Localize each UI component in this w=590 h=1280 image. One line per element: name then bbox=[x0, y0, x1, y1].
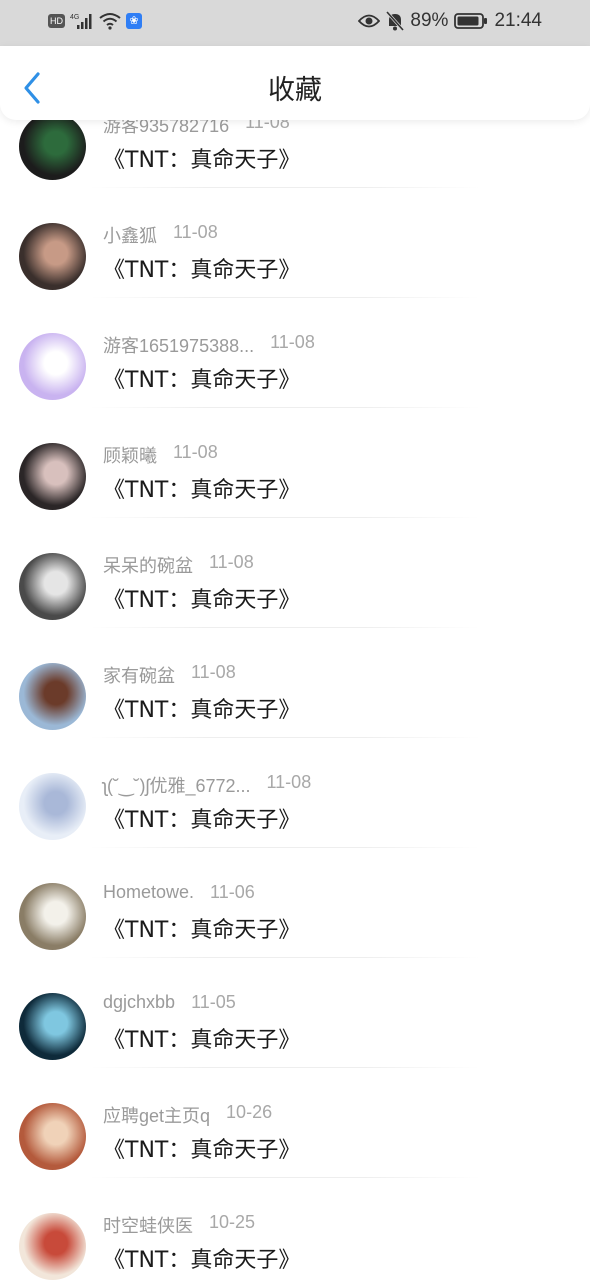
avatar[interactable] bbox=[19, 120, 86, 180]
clock: 21:44 bbox=[494, 10, 542, 31]
item-meta: Hometowe. 11-06 bbox=[103, 882, 255, 903]
status-bar-left: HD 4G ❀ bbox=[48, 12, 142, 30]
item-date: 11-08 bbox=[173, 222, 218, 242]
eye-icon bbox=[358, 14, 381, 28]
item-date: 10-25 bbox=[209, 1212, 256, 1232]
item-meta: dgjchxbb 11-05 bbox=[103, 992, 236, 1013]
item-meta: ʅ(˘‿˘)ʃ优雅_6772... 11-08 bbox=[103, 772, 311, 798]
favorites-list-inner: 游客935782716 11-08 《TNT：真命天子》 小鑫狐 11-08 《TNT：真… bbox=[0, 120, 590, 1280]
book-title[interactable]: 《TNT：真命天子》 bbox=[103, 142, 300, 174]
page-header: 收藏 bbox=[0, 46, 590, 120]
user-name[interactable]: 小鑫狐 bbox=[103, 222, 157, 248]
book-title[interactable]: 《TNT：真命天子》 bbox=[103, 362, 300, 394]
list-item[interactable]: 游客1651975388... 11-08 《TNT：真命天子》 bbox=[0, 298, 590, 408]
user-name[interactable]: 家有碗盆 bbox=[103, 662, 175, 688]
user-name[interactable]: 呆呆的碗盆 bbox=[103, 552, 193, 578]
list-item[interactable]: 家有碗盆 11-08 《TNT：真命天子》 bbox=[0, 628, 590, 738]
wifi-icon bbox=[99, 13, 121, 30]
book-title[interactable]: 《TNT：真命天子》 bbox=[103, 912, 300, 944]
book-title[interactable]: 《TNT：真命天子》 bbox=[103, 252, 300, 284]
item-date: 11-08 bbox=[173, 442, 218, 462]
list-item[interactable]: dgjchxbb 11-05 《TNT：真命天子》 bbox=[0, 958, 590, 1068]
item-date: 11-08 bbox=[266, 772, 312, 792]
item-meta: 小鑫狐 11-08 bbox=[103, 222, 218, 248]
item-meta: 家有碗盆 11-08 bbox=[103, 662, 236, 688]
user-name[interactable]: ʅ(˘‿˘)ʃ优雅_6772... bbox=[103, 772, 251, 798]
list-item[interactable]: 游客935782716 11-08 《TNT：真命天子》 bbox=[0, 120, 590, 188]
network-type-label: 4G bbox=[70, 14, 79, 21]
avatar[interactable] bbox=[19, 883, 86, 950]
book-title[interactable]: 《TNT：真命天子》 bbox=[103, 692, 300, 724]
item-meta: 应聘get主页q 10-26 bbox=[103, 1102, 272, 1128]
list-item[interactable]: Hometowe. 11-06 《TNT：真命天子》 bbox=[0, 848, 590, 958]
avatar[interactable] bbox=[19, 993, 86, 1060]
avatar[interactable] bbox=[19, 223, 86, 290]
baidu-app-icon: ❀ bbox=[126, 13, 142, 29]
item-meta: 游客935782716 11-08 bbox=[103, 120, 290, 138]
avatar[interactable] bbox=[19, 1213, 86, 1280]
avatar[interactable] bbox=[19, 663, 86, 730]
user-name[interactable]: Hometowe. bbox=[103, 882, 194, 903]
user-name[interactable]: 应聘get主页q bbox=[103, 1102, 210, 1128]
book-title[interactable]: 《TNT：真命天子》 bbox=[103, 802, 300, 834]
page-title: 收藏 bbox=[268, 75, 322, 106]
status-bar: HD 4G ❀ 89% 21:44 bbox=[0, 0, 590, 46]
avatar[interactable] bbox=[19, 773, 86, 840]
user-name[interactable]: dgjchxbb bbox=[103, 992, 175, 1013]
item-meta: 顾颖曦 11-08 bbox=[103, 442, 218, 468]
avatar[interactable] bbox=[19, 1103, 86, 1170]
book-title[interactable]: 《TNT：真命天子》 bbox=[103, 1132, 300, 1164]
list-item[interactable]: 小鑫狐 11-08 《TNT：真命天子》 bbox=[0, 188, 590, 298]
list-item[interactable]: 呆呆的碗盆 11-08 《TNT：真命天子》 bbox=[0, 518, 590, 628]
avatar[interactable] bbox=[19, 553, 86, 620]
item-date: 11-08 bbox=[209, 552, 254, 572]
book-title[interactable]: 《TNT：真命天子》 bbox=[103, 472, 300, 504]
user-name[interactable]: 时空蛙侠医 bbox=[103, 1212, 193, 1238]
battery-icon bbox=[454, 13, 488, 29]
list-item[interactable]: 应聘get主页q 10-26 《TNT：真命天子》 bbox=[0, 1068, 590, 1178]
battery-percent: 89% bbox=[410, 10, 449, 31]
list-item[interactable]: ʅ(˘‿˘)ʃ优雅_6772... 11-08 《TNT：真命天子》 bbox=[0, 738, 590, 848]
cellular-signal-icon: 4G bbox=[70, 14, 92, 29]
avatar[interactable] bbox=[19, 443, 86, 510]
item-date: 11-06 bbox=[210, 882, 255, 902]
item-date: 11-08 bbox=[270, 332, 315, 352]
item-meta: 游客1651975388... 11-08 bbox=[103, 332, 315, 358]
item-date: 11-05 bbox=[191, 992, 236, 1012]
item-date: 10-26 bbox=[226, 1102, 273, 1122]
book-title[interactable]: 《TNT：真命天子》 bbox=[103, 582, 300, 614]
avatar[interactable] bbox=[19, 333, 86, 400]
book-title[interactable]: 《TNT：真命天子》 bbox=[103, 1022, 300, 1054]
user-name[interactable]: 游客935782716 bbox=[103, 120, 229, 138]
hd-badge: HD bbox=[48, 14, 65, 28]
item-meta: 呆呆的碗盆 11-08 bbox=[103, 552, 254, 578]
item-meta: 时空蛙侠医 10-25 bbox=[103, 1212, 255, 1238]
user-name[interactable]: 游客1651975388... bbox=[103, 332, 254, 358]
list-item[interactable]: 顾颖曦 11-08 《TNT：真命天子》 bbox=[0, 408, 590, 518]
list-item[interactable]: 时空蛙侠医 10-25 《TNT：真命天子》 bbox=[0, 1178, 590, 1280]
mute-bell-icon bbox=[386, 11, 405, 31]
user-name[interactable]: 顾颖曦 bbox=[103, 442, 157, 468]
item-date: 11-08 bbox=[245, 120, 290, 132]
status-bar-right: 89% 21:44 bbox=[358, 10, 542, 32]
item-date: 11-08 bbox=[191, 662, 236, 682]
book-title[interactable]: 《TNT：真命天子》 bbox=[103, 1242, 300, 1274]
favorites-list[interactable]: 游客935782716 11-08 《TNT：真命天子》 小鑫狐 11-08 《TNT：真… bbox=[0, 120, 590, 1280]
